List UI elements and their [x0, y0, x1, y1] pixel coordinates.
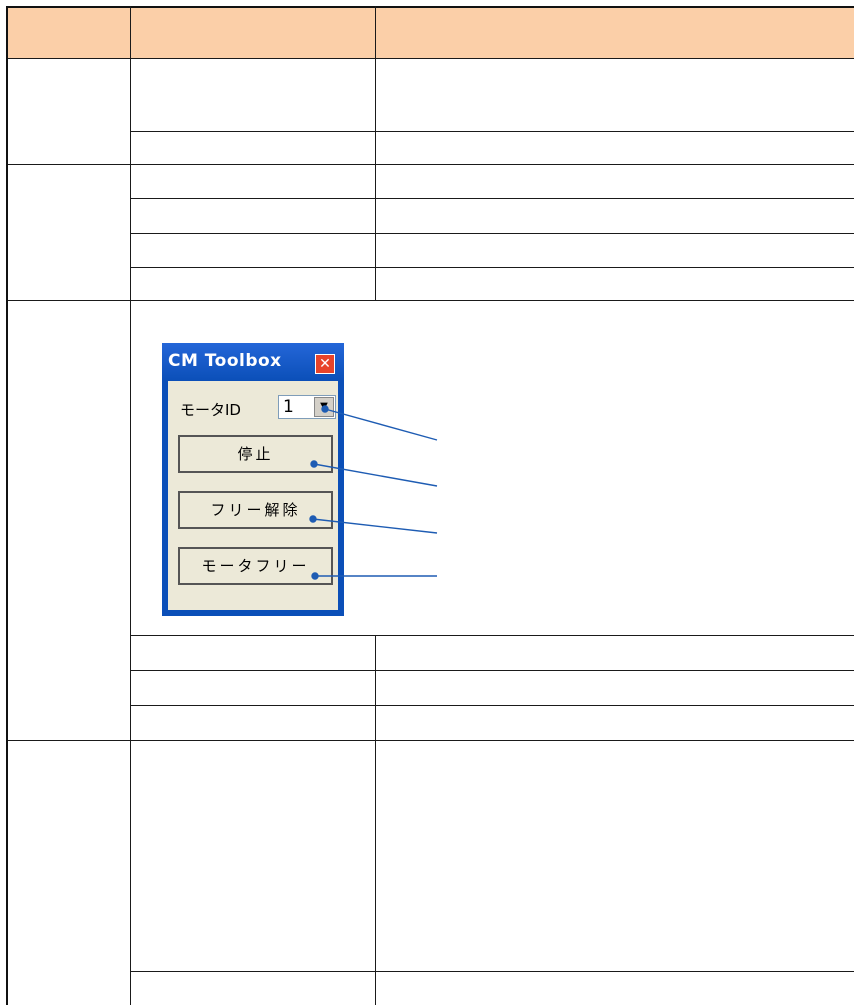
document-page: CM Toolbox ✕ モータID 1 ▼ 停止 フリー解除 モータフリー [0, 0, 854, 1005]
callout-dot-stop [310, 460, 318, 468]
callout-dot-free-release [309, 515, 317, 523]
callout-line-motor-id [324, 408, 438, 441]
callout-dot-motor-id [321, 405, 329, 413]
callout-dot-motor-free [311, 572, 319, 580]
callout-line-free-release [312, 518, 438, 534]
callout-line-stop [313, 463, 438, 487]
callout-lines [309, 405, 438, 580]
